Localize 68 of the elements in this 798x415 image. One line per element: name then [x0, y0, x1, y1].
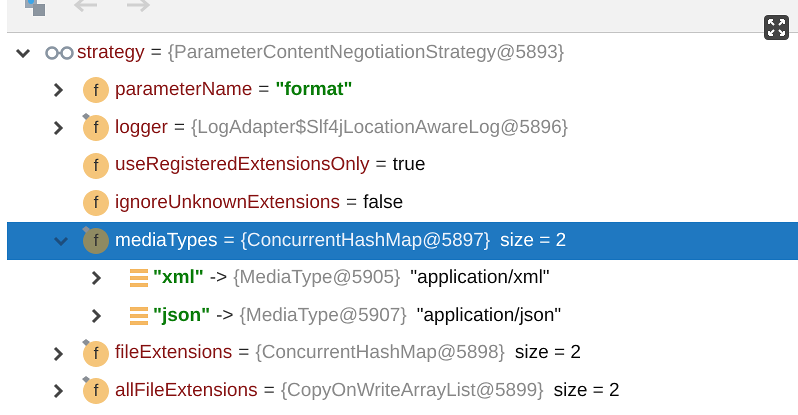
variable-name: useRegisteredExtensionsOnly	[115, 153, 370, 178]
value-text: size = 2	[514, 341, 581, 366]
object-reference: {ConcurrentHashMap@5898}	[255, 341, 505, 366]
operator: ->	[210, 266, 228, 290]
field-icon: f	[83, 228, 109, 254]
value-text: "application/json"	[416, 304, 562, 328]
field-icon: f	[83, 340, 109, 367]
map-key: "xml"	[153, 264, 204, 293]
object-reference: {ParameterContentNegotiationStrategy@5893}	[168, 40, 564, 65]
variable-name: logger	[115, 116, 168, 140]
field-icon: f	[83, 152, 109, 179]
chevron-down-icon[interactable]	[15, 48, 31, 58]
tree-row[interactable]: f fileExtensions = {ConcurrentHashMap@5898} size = 2	[7, 334, 798, 372]
operator: =	[223, 228, 235, 253]
operator: =	[264, 378, 275, 403]
field-icon: f	[83, 378, 109, 404]
operator: ->	[216, 304, 234, 328]
operator: =	[150, 40, 162, 65]
field-icon: f	[83, 190, 109, 216]
value-text: size = 2	[500, 228, 566, 253]
operator: =	[174, 116, 185, 140]
fullscreen-button[interactable]	[764, 15, 789, 40]
tree-row[interactable]: "json" -> {MediaType@5907} "application/json"	[7, 297, 798, 335]
value-text: "application/xml"	[410, 266, 550, 290]
object-reference: {CopyOnWriteArrayList@5899}	[280, 378, 544, 403]
operator: =	[258, 78, 270, 102]
variable-name: ignoreUnknownExtensions	[115, 190, 340, 215]
value-text: size = 2	[554, 378, 620, 403]
pin-overlay-icon	[81, 224, 91, 234]
object-reference: {MediaType@5907}	[240, 304, 407, 328]
value-text: false	[363, 190, 404, 215]
chevron-right-icon[interactable]	[91, 270, 101, 286]
selected-tree-row[interactable]: f mediaTypes = {ConcurrentHashMap@5897} size = 2	[7, 222, 798, 260]
tree-row[interactable]: f useRegisteredExtensionsOnly = true	[7, 146, 798, 184]
tree-row[interactable]: f parameterName = "format"	[7, 72, 798, 110]
object-reference: {ConcurrentHashMap@5897}	[240, 228, 490, 253]
pin-overlay-icon	[81, 112, 91, 121]
pin-overlay-icon	[81, 375, 91, 384]
chevron-right-icon[interactable]	[91, 308, 101, 324]
tree-row[interactable]: "xml" -> {MediaType@5905} "application/xml"	[7, 260, 798, 298]
variable-name: mediaTypes	[115, 228, 218, 253]
object-reference: {LogAdapter$Slf4jLocationAwareLog@5896}	[190, 116, 568, 140]
chevron-right-icon[interactable]	[53, 82, 63, 98]
list-entry-icon	[129, 306, 149, 326]
glasses-icon	[45, 46, 75, 60]
variable-name: parameterName	[115, 78, 252, 102]
tree-row[interactable]: f ignoreUnknownExtensions = false	[7, 184, 798, 222]
list-entry-icon	[129, 268, 149, 288]
chevron-right-icon[interactable]	[53, 346, 63, 362]
pin-overlay-icon	[81, 338, 91, 347]
variable-name: strategy	[77, 40, 145, 65]
field-icon: f	[83, 77, 109, 104]
string-value: "format"	[275, 78, 353, 102]
value-text: true	[392, 153, 426, 178]
operator: =	[376, 153, 387, 178]
object-reference: {MediaType@5905}	[233, 266, 400, 290]
map-key: "json"	[153, 302, 210, 330]
variable-name: fileExtensions	[115, 341, 232, 366]
layout-icon[interactable]	[23, 0, 47, 16]
field-icon: f	[83, 114, 109, 141]
operator: =	[346, 190, 358, 215]
operator: =	[238, 341, 250, 366]
chevron-right-icon[interactable]	[53, 120, 63, 136]
tree-row[interactable]: f logger = {LogAdapter$Slf4jLocationAwareLog@5896}	[7, 109, 798, 147]
tree-row[interactable]: strategy = {ParameterContentNegotiationStrategy@5893}	[7, 34, 798, 72]
variable-name: allFileExtensions	[115, 378, 258, 403]
chevron-right-icon[interactable]	[53, 383, 63, 400]
tree-row[interactable]: f allFileExtensions = {CopyOnWriteArrayList@5899} size = 2	[7, 372, 798, 410]
